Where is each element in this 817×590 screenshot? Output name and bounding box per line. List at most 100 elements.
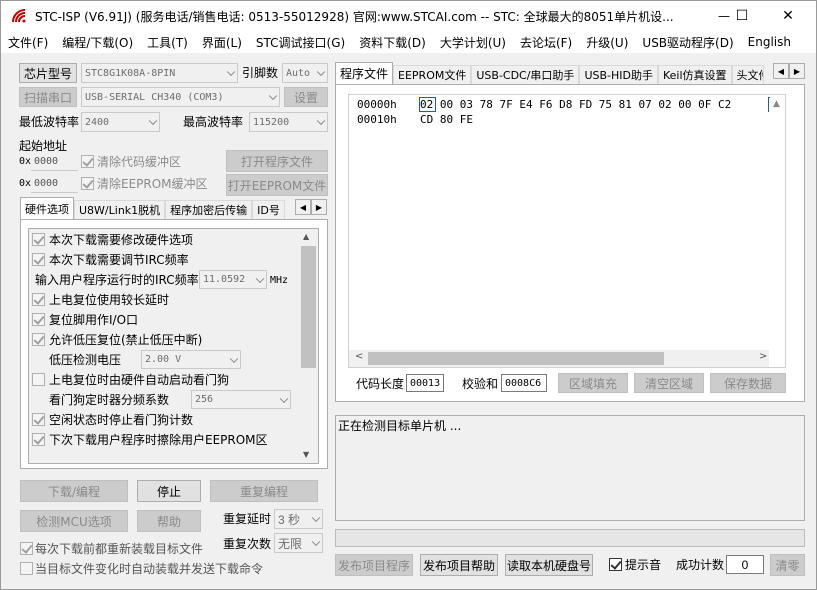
save-data-button[interactable]: 保存数据 <box>710 373 786 393</box>
repeat-delay-select[interactable]: 3 秒 <box>274 509 323 529</box>
reload-target-checkbox[interactable] <box>20 542 33 555</box>
hex-hscroll-thumb[interactable] <box>368 352 664 365</box>
scan-port-button[interactable]: 扫描串口 <box>19 87 77 107</box>
idle-stop-watchdog-checkbox[interactable] <box>32 413 45 426</box>
pin-count-select[interactable]: Auto <box>282 63 328 83</box>
tab-scroll-left-icon[interactable]: ◀ <box>295 199 311 215</box>
menu-file[interactable]: 文件(F) <box>1 34 55 51</box>
min-baud-label: 最低波特率 <box>19 115 80 129</box>
repeat-count-label: 重复次数 <box>223 537 272 551</box>
right-tab-scroll-right-icon[interactable]: ▶ <box>789 63 805 79</box>
pin-count-label: 引脚数 <box>242 66 279 80</box>
lvd-voltage-select[interactable]: 2.00 V <box>141 350 241 369</box>
success-count-value: 0 <box>726 555 764 574</box>
tab-program-file[interactable]: 程序文件 <box>335 62 394 84</box>
reset-pin-io-checkbox[interactable] <box>32 313 45 326</box>
window-title: STC-ISP (V6.91J) (服务电话/销售电话: 0513-550129… <box>35 10 674 24</box>
hex-scroll-up-icon[interactable]: ▲ <box>773 99 780 109</box>
menu-upgrade[interactable]: 升级(U) <box>579 34 635 51</box>
clear-code-buffer-checkbox[interactable] <box>81 155 94 168</box>
maximize-button[interactable]: ☐ <box>727 3 757 29</box>
hex-scroll-left-icon[interactable]: < <box>355 351 363 362</box>
min-baud-select[interactable]: 2400 <box>81 112 160 132</box>
menu-interface[interactable]: 界面(L) <box>195 34 249 51</box>
irc-frequency-value: 11.0592 <box>203 274 246 285</box>
repeat-program-button[interactable]: 重复编程 <box>210 480 318 502</box>
long-reset-delay-checkbox[interactable] <box>32 293 45 306</box>
menu-docs-download[interactable]: 资料下载(D) <box>352 34 433 51</box>
tab-eeprom-file[interactable]: EEPROM文件 <box>393 65 472 84</box>
menu-program-download[interactable]: 编程/下载(O) <box>55 34 140 51</box>
modify-hw-options-checkbox[interactable] <box>32 233 45 246</box>
irc-unit: MHz <box>270 275 289 286</box>
stop-button[interactable]: 停止 <box>137 480 201 502</box>
menu-english[interactable]: English <box>741 35 798 49</box>
reload-target-label: 每次下载前都重新装载目标文件 <box>35 542 204 556</box>
eeprom-start-address-input[interactable]: 0000 <box>31 175 78 193</box>
port-settings-button[interactable]: 设置 <box>284 87 328 107</box>
read-disk-id-button[interactable]: 读取本机硬盘号 <box>505 554 593 576</box>
tab-usb-cdc-serial[interactable]: USB-CDC/串口助手 <box>471 65 580 84</box>
low-voltage-reset-checkbox[interactable] <box>32 333 45 346</box>
max-baud-value: 115200 <box>253 116 290 128</box>
help-button[interactable]: 帮助 <box>137 510 201 532</box>
chip-model-select[interactable]: STC8G1K08A-8PIN <box>81 63 238 83</box>
title-bar: STC-ISP (V6.91J) (服务电话/销售电话: 0513-550129… <box>1 1 816 31</box>
serial-port-select[interactable]: USB-SERIAL CH340 (COM3) <box>81 87 280 107</box>
irc-frequency-select[interactable]: 11.0592 <box>199 270 267 289</box>
max-baud-select[interactable]: 115200 <box>249 112 328 132</box>
menu-university[interactable]: 大学计划(U) <box>433 34 513 51</box>
scroll-down-icon[interactable]: ▼ <box>303 450 309 459</box>
scroll-up-icon[interactable]: ▲ <box>303 232 309 241</box>
menu-usb-driver[interactable]: USB驱动程序(D) <box>635 34 740 51</box>
adjust-irc-checkbox[interactable] <box>32 253 45 266</box>
checksum-value: 0008C6 <box>501 374 547 392</box>
checksum-label: 校验和 <box>462 377 499 391</box>
app-window: STC-ISP (V6.91J) (服务电话/销售电话: 0513-550129… <box>0 0 817 590</box>
tab-scroll-right-icon[interactable]: ▶ <box>311 199 327 215</box>
tab-id-number[interactable]: ID号 <box>252 200 285 219</box>
log-text: 正在检测目标单片机 ... <box>338 419 462 433</box>
code-length-label: 代码长度 <box>356 377 405 391</box>
erase-eeprom-checkbox[interactable] <box>32 433 45 446</box>
detect-mcu-options-button[interactable]: 检测MCU选项 <box>20 510 128 532</box>
sound-prompt-checkbox[interactable] <box>609 558 622 571</box>
clear-eeprom-buffer-checkbox[interactable] <box>81 177 94 190</box>
hex-row-addr: 00000h <box>357 98 397 111</box>
close-button[interactable]: ✕ <box>773 3 803 29</box>
success-count-label: 成功计数 <box>676 558 725 572</box>
hex-view[interactable] <box>348 94 786 368</box>
sound-prompt-label: 提示音 <box>625 558 662 572</box>
watchdog-divider-label: 看门狗定时器分频系数 <box>49 393 170 407</box>
auto-load-checkbox[interactable] <box>20 562 33 575</box>
tab-keil-sim[interactable]: Keil仿真设置 <box>657 65 732 84</box>
clear-region-button[interactable]: 清空区域 <box>634 373 704 393</box>
repeat-count-select[interactable]: 无限 <box>274 533 323 553</box>
open-eeprom-file-button[interactable]: 打开EEPROM文件 <box>226 174 328 196</box>
tab-encrypted-transfer[interactable]: 程序加密后传输 <box>165 200 253 219</box>
reset-pin-io-label: 复位脚用作I/O口 <box>49 313 139 327</box>
download-program-button[interactable]: 下载/编程 <box>20 480 128 502</box>
menu-tools[interactable]: 工具(T) <box>140 34 195 51</box>
right-tab-scroll-left-icon[interactable]: ◀ <box>773 63 789 79</box>
tab-hardware-options[interactable]: 硬件选项 <box>20 197 74 219</box>
tab-u8w-offline[interactable]: U8W/Link1脱机 <box>74 200 166 219</box>
watchdog-divider-select[interactable]: 256 <box>191 390 291 409</box>
open-program-file-button[interactable]: 打开程序文件 <box>226 150 328 172</box>
auto-watchdog-checkbox[interactable] <box>32 373 45 386</box>
scroll-thumb[interactable] <box>301 246 316 368</box>
min-baud-value: 2400 <box>85 116 110 128</box>
code-start-address-input[interactable]: 0000 <box>31 153 78 171</box>
fill-region-button[interactable]: 区域填充 <box>558 373 628 393</box>
hex-scroll-right-icon[interactable]: > <box>759 351 767 362</box>
menu-forum[interactable]: 去论坛(F) <box>513 34 579 51</box>
menu-debug-interface[interactable]: STC调试接口(G) <box>249 34 352 51</box>
stc-logo-icon <box>11 8 27 24</box>
chip-model-button[interactable]: 芯片型号 <box>19 63 77 83</box>
tab-usb-hid[interactable]: USB-HID助手 <box>579 65 658 84</box>
publish-help-button[interactable]: 发布项目帮助 <box>420 554 498 576</box>
publish-project-button[interactable]: 发布项目程序 <box>335 554 413 576</box>
clear-count-button[interactable]: 清零 <box>770 554 805 576</box>
tab-header-file[interactable]: 头文件 <box>731 65 764 84</box>
hex-vscrollbar[interactable] <box>769 98 785 362</box>
